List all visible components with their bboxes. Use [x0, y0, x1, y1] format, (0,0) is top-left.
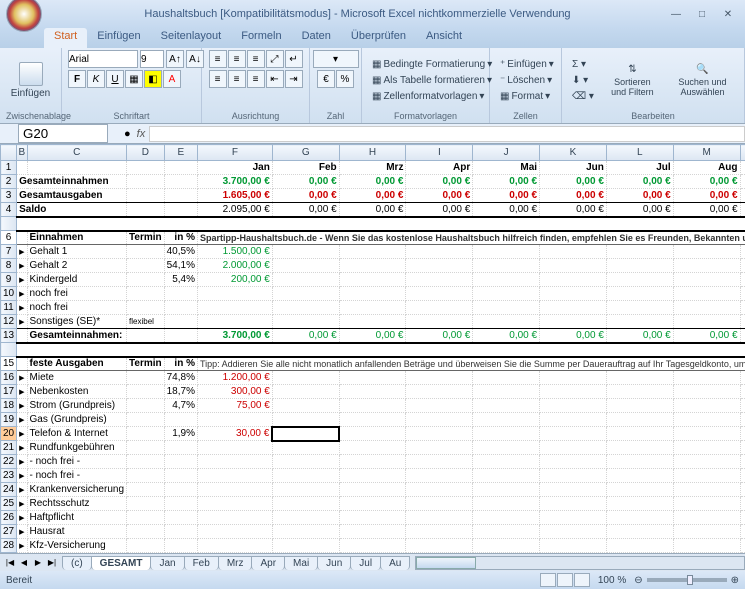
worksheet-tabs: |◀ ◀ ▶ ▶| (c) GESAMT Jan Feb Mrz Apr Mai…	[0, 553, 745, 571]
tab-nav-next[interactable]: ▶	[32, 557, 44, 569]
border-button[interactable]: ▦	[125, 70, 143, 88]
align-top-button[interactable]: ≡	[209, 50, 227, 68]
font-color-button[interactable]: A	[163, 70, 181, 88]
align-mid-button[interactable]: ≡	[228, 50, 246, 68]
minimize-button[interactable]: —	[665, 6, 687, 22]
sheet-tab[interactable]: Feb	[184, 556, 219, 570]
percent-button[interactable]: %	[336, 70, 354, 88]
status-bar: Bereit 100 % ⊖ ⊕	[0, 571, 745, 589]
format-as-table-button[interactable]: ▦ Als Tabelle formatieren ▾	[368, 73, 496, 88]
tab-einfuegen[interactable]: Einfügen	[87, 28, 150, 48]
tab-daten[interactable]: Daten	[292, 28, 341, 48]
view-layout-button[interactable]	[557, 573, 573, 587]
editing-group-label: Bearbeiten	[568, 111, 738, 121]
font-size-input[interactable]	[140, 50, 164, 68]
clear-button[interactable]: ⌫ ▾	[568, 89, 598, 104]
paste-button[interactable]: Einfügen	[6, 51, 55, 111]
cell-styles-button[interactable]: ▦ Zellenformatvorlagen ▾	[368, 89, 496, 104]
align-center-button[interactable]: ≡	[228, 70, 246, 88]
font-name-input[interactable]	[68, 50, 138, 68]
indent-inc-button[interactable]: ⇥	[285, 70, 303, 88]
insert-cells-button[interactable]: ⁺ Einfügen ▾	[496, 57, 558, 72]
grow-font-button[interactable]: A↑	[166, 50, 184, 68]
sheet-tab[interactable]: Jul	[350, 556, 381, 570]
autosum-button[interactable]: Σ ▾	[568, 57, 598, 72]
styles-group-label: Formatvorlagen	[368, 111, 483, 121]
fill-button[interactable]: ⬇ ▾	[568, 73, 598, 88]
align-right-button[interactable]: ≡	[247, 70, 265, 88]
ribbon-tabs: Start Einfügen Seitenlayout Formeln Date…	[0, 28, 745, 48]
active-cell[interactable]	[272, 427, 339, 441]
tab-nav-prev[interactable]: ◀	[18, 557, 30, 569]
sheet-tab[interactable]: Jun	[317, 556, 351, 570]
sheet-tab[interactable]: GESAMT	[91, 556, 152, 570]
fx-icon[interactable]: fx	[137, 128, 146, 140]
formula-bar: ● fx	[0, 124, 745, 144]
ribbon: Einfügen Zwischenablage A↑ A↓ F K U ▦ ◧ …	[0, 48, 745, 124]
tab-nav-last[interactable]: ▶|	[46, 557, 58, 569]
spreadsheet-grid[interactable]: BCDE FGHI JKLMN 1 JanFebMrz AprMaiJun Ju…	[0, 144, 745, 553]
tab-start[interactable]: Start	[44, 28, 87, 48]
clipboard-icon	[19, 62, 43, 86]
window-title: Haushaltsbuch [Kompatibilitätsmodus] - M…	[50, 8, 665, 20]
sheet-tab[interactable]: Jan	[150, 556, 184, 570]
sheet-tab[interactable]: Mrz	[218, 556, 253, 570]
font-group-label: Schriftart	[68, 111, 195, 121]
number-format-select[interactable]: ▾	[313, 50, 359, 68]
view-normal-button[interactable]	[540, 573, 556, 587]
sheet-tab[interactable]: (c)	[62, 556, 92, 570]
tab-seitenlayout[interactable]: Seitenlayout	[151, 28, 232, 48]
view-pagebreak-button[interactable]	[574, 573, 590, 587]
fill-color-button[interactable]: ◧	[144, 70, 162, 88]
sheet-tab[interactable]: Mai	[284, 556, 318, 570]
orientation-button[interactable]: ⤢	[266, 50, 284, 68]
clipboard-group-label: Zwischenablage	[6, 111, 55, 121]
formula-input[interactable]	[149, 126, 745, 142]
conditional-formatting-button[interactable]: ▦ Bedingte Formatierung ▾	[368, 57, 496, 72]
name-box[interactable]	[18, 124, 108, 143]
zoom-slider[interactable]	[647, 578, 727, 582]
format-cells-button[interactable]: ▦ Format ▾	[496, 89, 558, 104]
currency-button[interactable]: €	[317, 70, 335, 88]
title-bar: Haushaltsbuch [Kompatibilitätsmodus] - M…	[0, 0, 745, 28]
align-left-button[interactable]: ≡	[209, 70, 227, 88]
restore-button[interactable]: □	[691, 6, 713, 22]
close-button[interactable]: ✕	[717, 6, 739, 22]
sort-icon: ⇅	[628, 64, 636, 75]
wrap-text-button[interactable]: ↵	[285, 50, 303, 68]
delete-cells-button[interactable]: ⁻ Löschen ▾	[496, 73, 558, 88]
zoom-out-button[interactable]: ⊖	[634, 575, 642, 586]
status-text: Bereit	[6, 575, 32, 586]
italic-button[interactable]: K	[87, 70, 105, 88]
underline-button[interactable]: U	[106, 70, 124, 88]
tab-nav-first[interactable]: |◀	[4, 557, 16, 569]
sheet-tab[interactable]: Au	[380, 556, 410, 570]
column-headers[interactable]: BCDE FGHI JKLMN	[1, 145, 745, 161]
number-group-label: Zahl	[316, 111, 355, 121]
paste-label: Einfügen	[11, 88, 50, 99]
sort-filter-button[interactable]: ⇅ Sortieren und Filtern	[601, 51, 664, 111]
align-bot-button[interactable]: ≡	[247, 50, 265, 68]
find-icon: 🔍	[696, 64, 708, 75]
indent-dec-button[interactable]: ⇤	[266, 70, 284, 88]
tab-formeln[interactable]: Formeln	[231, 28, 291, 48]
sheet-tab[interactable]: Apr	[251, 556, 285, 570]
zoom-level: 100 %	[598, 575, 626, 586]
tab-ueberpruefen[interactable]: Überprüfen	[341, 28, 416, 48]
cells-group-label: Zellen	[496, 111, 555, 121]
find-select-button[interactable]: 🔍 Suchen und Auswählen	[667, 51, 738, 111]
zoom-in-button[interactable]: ⊕	[731, 575, 739, 586]
alignment-group-label: Ausrichtung	[208, 111, 303, 121]
tab-ansicht[interactable]: Ansicht	[416, 28, 472, 48]
bold-button[interactable]: F	[68, 70, 86, 88]
cancel-icon[interactable]: ●	[124, 128, 131, 140]
horizontal-scrollbar[interactable]	[415, 556, 745, 570]
